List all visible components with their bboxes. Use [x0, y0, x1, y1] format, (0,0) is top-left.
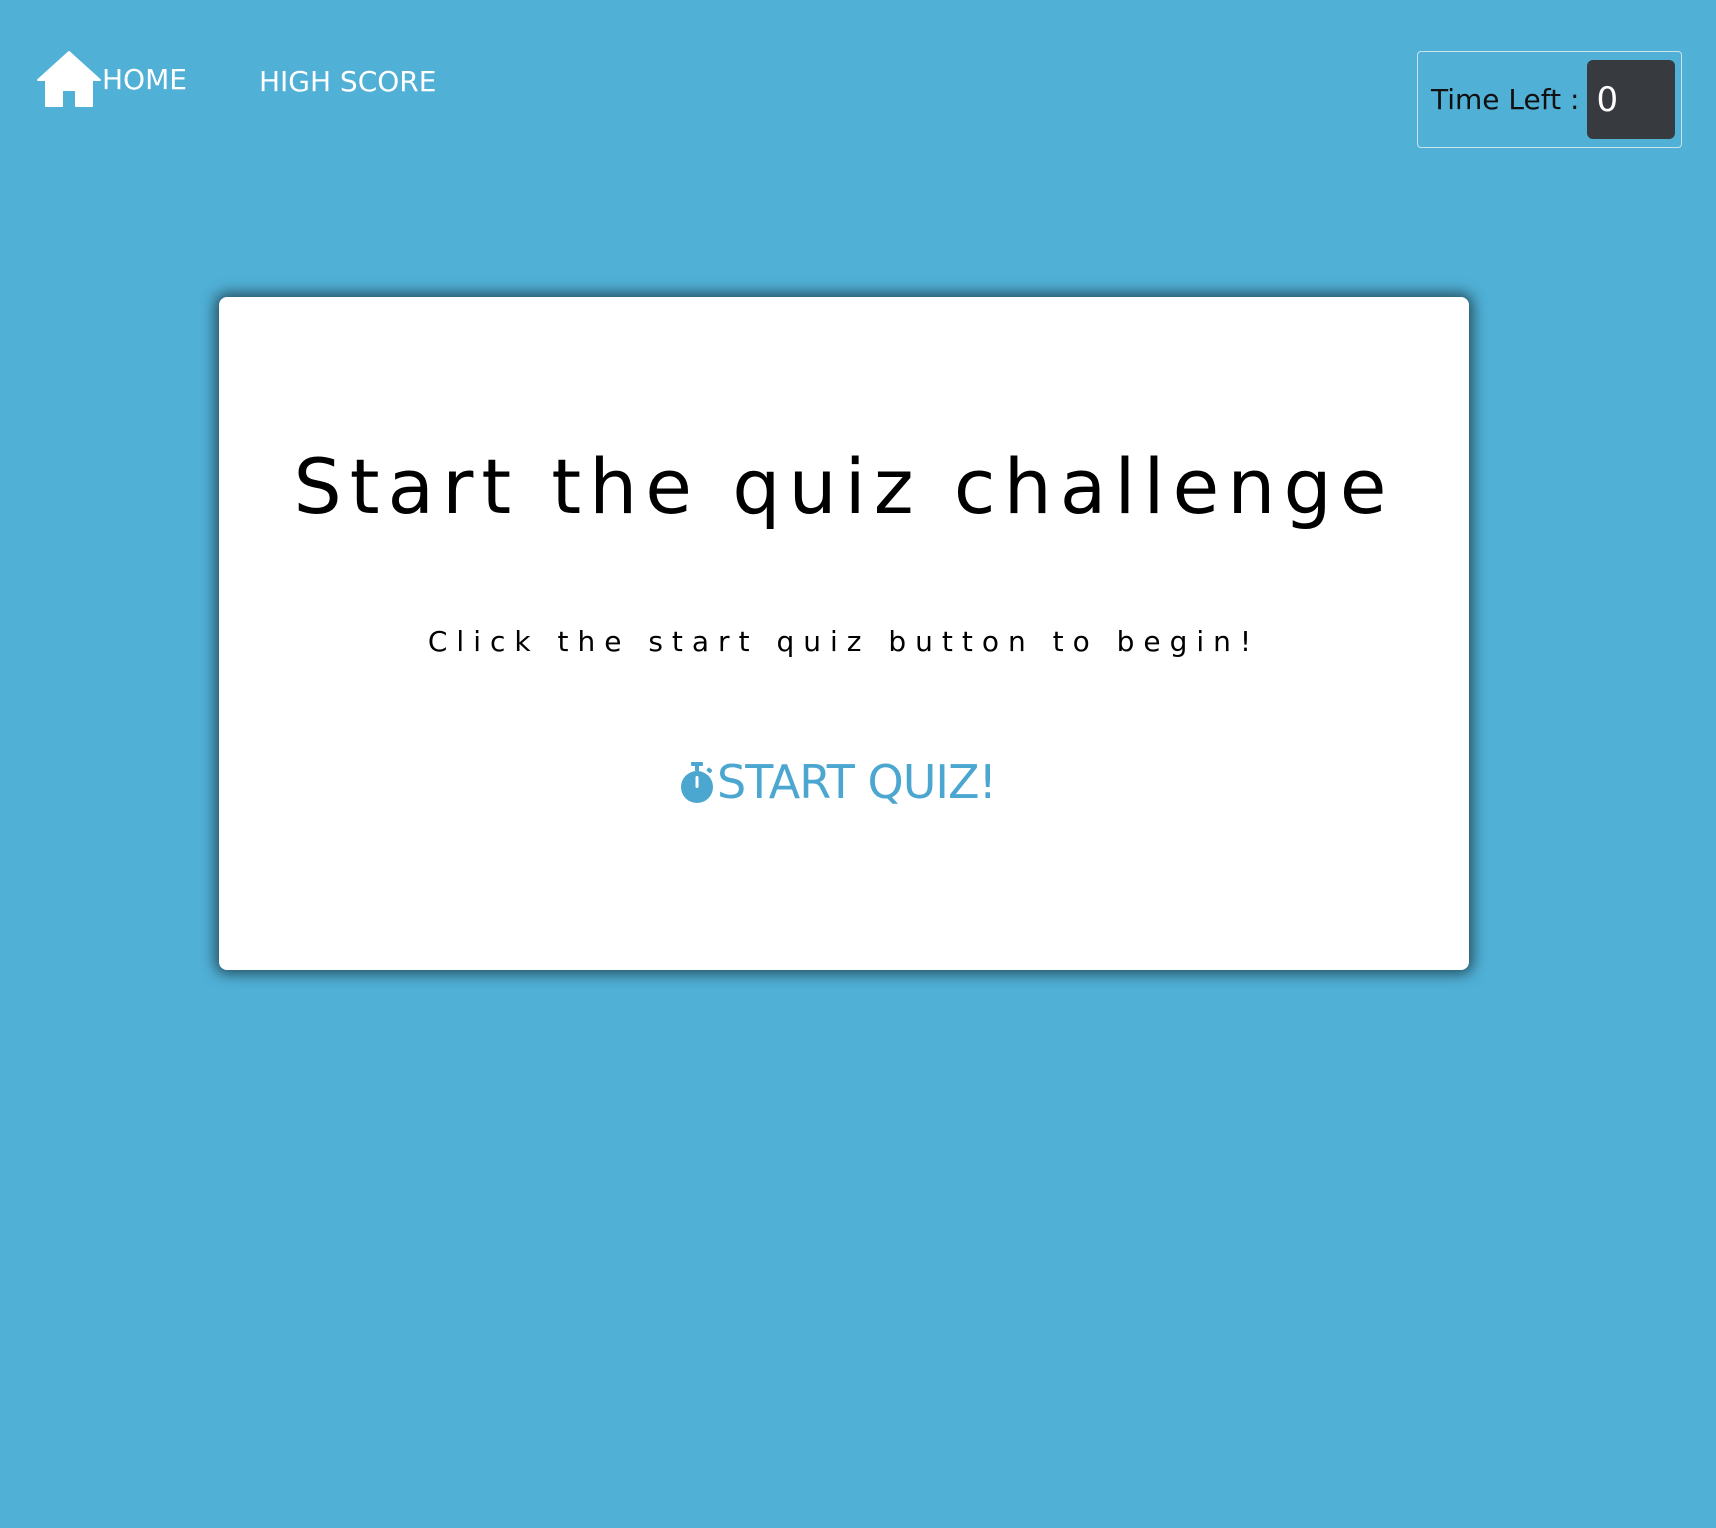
home-icon	[36, 50, 102, 108]
start-quiz-button[interactable]: START QUIZ!	[679, 755, 997, 809]
page-title: Start the quiz challenge	[293, 442, 1395, 531]
timer-value: 0	[1587, 60, 1676, 139]
nav-highscore-link[interactable]: HIGH SCORE	[259, 65, 436, 98]
timer-label: Time Left :	[1431, 83, 1580, 116]
nav-home-link[interactable]: HOME	[36, 50, 187, 108]
nav-home-label: HOME	[102, 62, 187, 96]
quiz-start-card: Start the quiz challenge Click the start…	[219, 297, 1469, 970]
stopwatch-icon	[679, 761, 715, 803]
start-quiz-label: START QUIZ!	[717, 755, 997, 809]
instructions-text: Click the start quiz button to begin!	[427, 625, 1261, 658]
timer-box: Time Left : 0	[1417, 51, 1682, 148]
top-nav: HOME HIGH SCORE	[36, 50, 436, 108]
